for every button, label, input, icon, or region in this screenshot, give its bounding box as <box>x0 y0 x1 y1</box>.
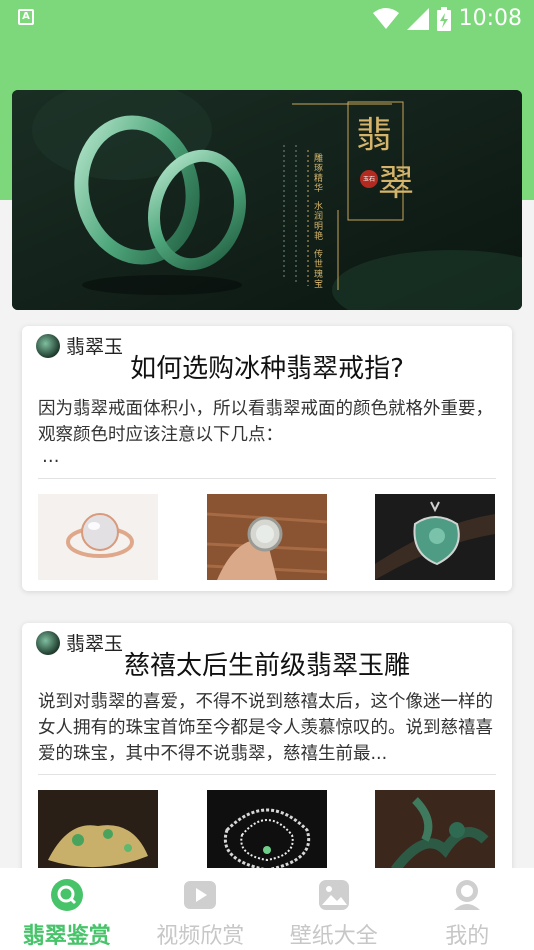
status-bar: A 10:08 <box>0 0 534 38</box>
banner-poem-line-1: 雕琢精华 <box>314 154 324 194</box>
profile-icon <box>454 880 481 910</box>
app-notification-icon: A <box>18 9 34 25</box>
banner-title-char-2: 翠 <box>378 163 415 204</box>
play-icon <box>184 881 217 909</box>
jade-banner[interactable]: 翡 翠 玉石 雕琢精华 水润明艳 传世瑰宝 <box>12 90 522 310</box>
bottom-tab-bar: 翡翠鉴赏 视频欣赏 壁纸大全 我的 <box>0 868 534 950</box>
article-thumbnail[interactable] <box>207 790 327 876</box>
tab-label: 壁纸大全 <box>289 924 378 949</box>
banner-poem-line-2: 水润明艳 <box>314 202 324 242</box>
article-title: 慈禧太后生前级翡翠玉雕 <box>123 651 410 681</box>
article-description-more: … <box>42 447 60 467</box>
card-divider <box>38 774 496 775</box>
article-description: 说到对翡翠的喜爱，不得不说到慈禧太后，这个像迷一样的女人拥有的珠宝首饰至今都是令… <box>38 692 493 764</box>
article-thumbnail[interactable] <box>38 790 158 876</box>
search-icon <box>50 879 83 911</box>
article-thumbnail[interactable] <box>207 494 327 580</box>
tab-wallpapers[interactable]: 壁纸大全 <box>267 868 401 950</box>
banner-seal: 玉石 <box>363 176 376 183</box>
tab-label: 翡翠鉴赏 <box>22 924 111 949</box>
article-card[interactable]: 翡翠玉 慈禧太后生前级翡翠玉雕 说到对翡翠的喜爱，不得不说到慈禧太后，这个像迷一… <box>22 623 512 883</box>
image-icon <box>318 880 349 910</box>
article-thumbnail[interactable] <box>375 494 495 580</box>
article-title: 如何选购冰种翡翠戒指? <box>130 354 404 384</box>
banner-poem-line-3: 传世瑰宝 <box>314 250 324 290</box>
cellular-signal-icon <box>406 7 429 30</box>
article-thumbnail[interactable] <box>375 790 495 876</box>
tab-profile[interactable]: 我的 <box>401 868 534 950</box>
article-description: 因为翡翠戒面体积小，所以看翡翠戒面的颜色就格外重要，观察颜色时应该注意以下几点： <box>38 399 493 445</box>
tab-label: 视频欣赏 <box>156 924 245 949</box>
article-thumbnail[interactable] <box>38 494 158 580</box>
card-divider <box>38 478 496 479</box>
tab-jade-appreciation[interactable]: 翡翠鉴赏 <box>0 868 134 950</box>
tab-label: 我的 <box>445 924 490 949</box>
status-time: 10:08 <box>458 6 522 31</box>
jade-banner-image <box>12 90 522 310</box>
battery-icon <box>436 6 451 31</box>
article-card[interactable]: 翡翠玉 如何选购冰种翡翠戒指? 因为翡翠戒面体积小，所以看翡翠戒面的颜色就格外重… <box>22 326 512 591</box>
tab-video[interactable]: 视频欣赏 <box>134 868 268 950</box>
banner-title-char-1: 翡 <box>356 115 393 156</box>
wifi-icon <box>372 7 399 29</box>
